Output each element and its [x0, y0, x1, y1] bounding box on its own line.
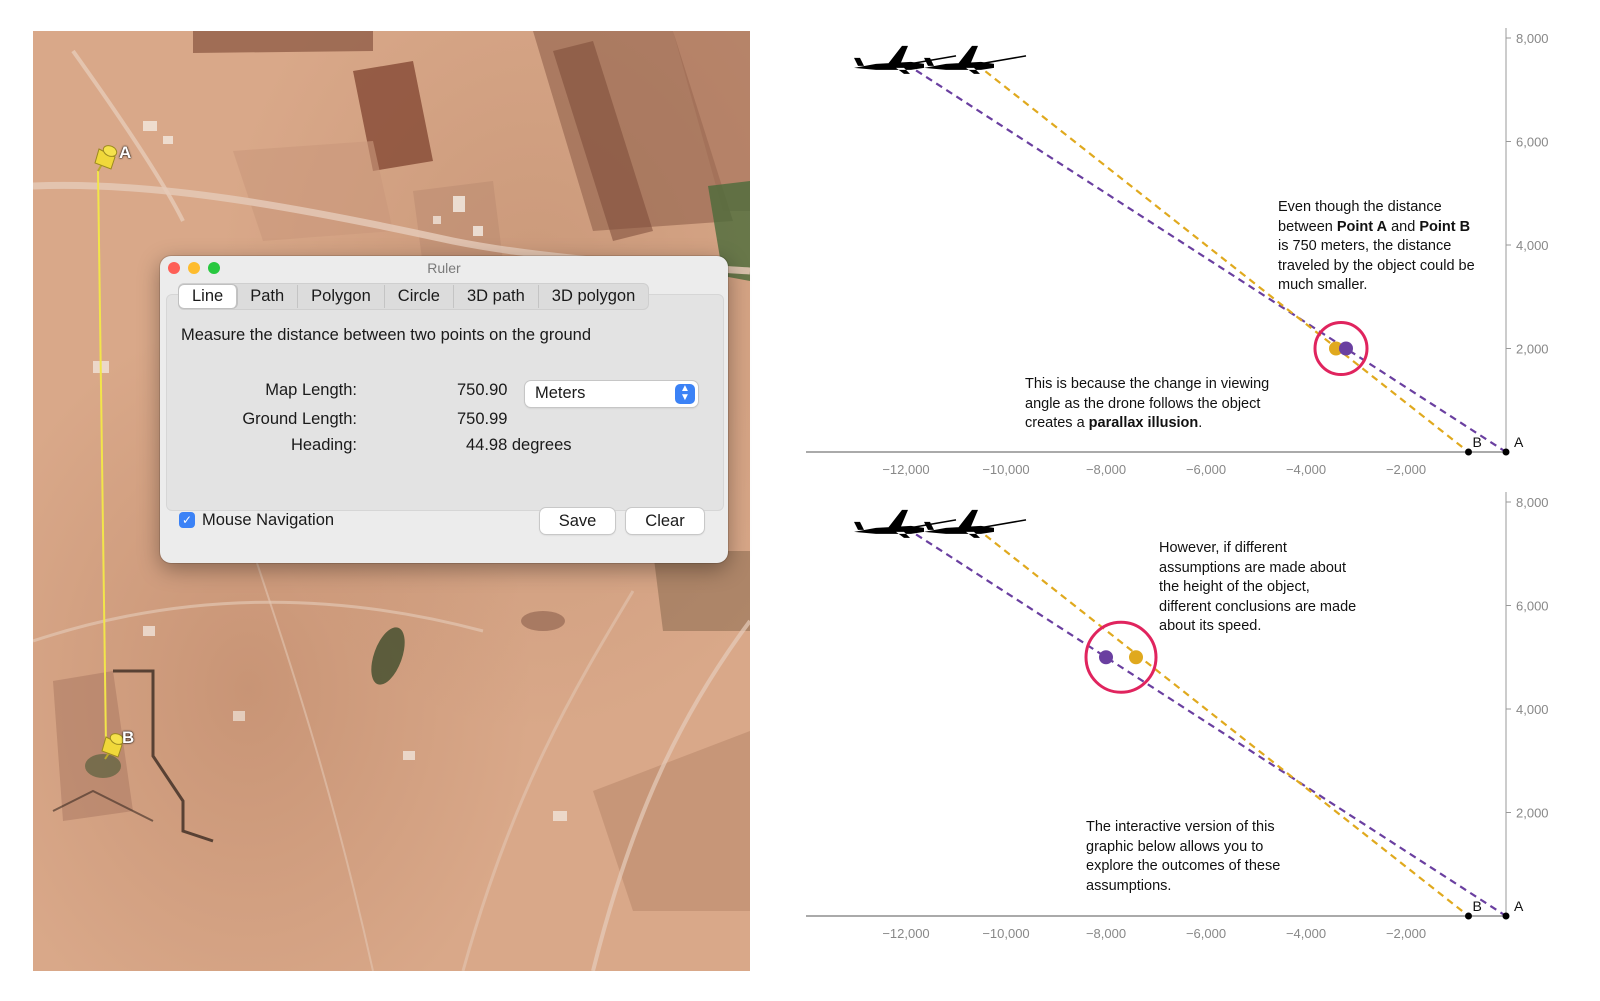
parallax-chart-1: −12,000 −10,000 −8,000 −6,000 −4,000 −2,000 8,…	[800, 20, 1600, 490]
tab-line[interactable]: Line	[179, 285, 238, 308]
gold-object-point	[1129, 650, 1143, 665]
map-length-label: Map Length:	[265, 381, 357, 399]
y-tick-label: 8,000	[1516, 31, 1549, 46]
tab-path[interactable]: Path	[237, 285, 299, 308]
purple-object-point	[1099, 650, 1113, 665]
highlight-circle	[1084, 620, 1158, 694]
x-tick-label: −4,000	[1286, 926, 1326, 941]
drone-icon	[924, 509, 1027, 538]
ground-point-label-a: A	[1514, 434, 1524, 450]
y-tick-label: 2,000	[1516, 342, 1549, 357]
x-tick-label: −2,000	[1386, 926, 1426, 941]
ruler-tabs: Line Path Polygon Circle 3D path 3D poly…	[178, 283, 650, 310]
drone-icon	[854, 509, 957, 538]
x-tick-label: −12,000	[882, 926, 929, 941]
x-tick-label: −8,000	[1086, 926, 1126, 941]
drone-icon	[924, 45, 1027, 74]
ground-point-a	[1502, 912, 1510, 920]
mouse-navigation-label: Mouse Navigation	[202, 511, 335, 529]
ground-point-a	[1502, 448, 1510, 456]
y-tick-label: 4,000	[1516, 702, 1549, 717]
chart-1-annotation-1: Even though the distance between Point A…	[1278, 199, 1475, 293]
x-tick-label: −2,000	[1386, 462, 1426, 477]
unit-select[interactable]: Meters ▲ ▼	[525, 381, 698, 407]
y-tick-label: 2,000	[1516, 806, 1549, 821]
tab-polygon[interactable]: Polygon	[298, 285, 385, 308]
pin-a-icon	[94, 145, 118, 172]
ground-point-label-b: B	[1473, 434, 1482, 450]
ground-point-b	[1465, 448, 1472, 456]
chart-2-annotation-2: The interactive version of this graphic …	[1086, 819, 1281, 894]
heading-value: 44.98 degrees	[466, 436, 572, 454]
heading-label: Heading:	[290, 436, 357, 454]
parallax-chart-2: −12,000 −10,000 −8,000 −6,000 −4,000 −2,000 8,…	[800, 484, 1600, 954]
x-tick-label: −6,000	[1186, 462, 1226, 477]
drone-icon	[854, 45, 957, 74]
window-title: Ruler	[427, 260, 461, 276]
ruler-description: Measure the distance between two points …	[181, 326, 592, 344]
pin-a-label: A	[119, 143, 132, 162]
clear-button[interactable]: Clear	[626, 508, 704, 534]
tab-3d-polygon[interactable]: 3D polygon	[539, 285, 648, 308]
ground-length-label: Ground Length:	[242, 410, 357, 428]
ground-length-value: 750.99	[457, 410, 508, 428]
ground-point-label-a: A	[1514, 898, 1524, 914]
save-button[interactable]: Save	[540, 508, 615, 534]
ruler-titlebar[interactable]: Ruler	[160, 256, 728, 280]
ruler-dialog: Ruler Measure the distance between two p…	[160, 256, 728, 563]
ground-point-label-b: B	[1473, 898, 1482, 914]
chart-1-annotation-2: This is because the change in viewing an…	[1025, 376, 1270, 431]
ruler-panel: Measure the distance between two points …	[166, 294, 724, 511]
y-tick-label: 6,000	[1516, 135, 1549, 150]
y-tick-label: 6,000	[1516, 599, 1549, 614]
tab-3d-path[interactable]: 3D path	[454, 285, 539, 308]
y-tick-label: 4,000	[1516, 238, 1549, 253]
y-tick-label: 8,000	[1516, 495, 1549, 510]
map-length-value: 750.90	[457, 381, 508, 399]
select-stepper-icon: ▲ ▼	[675, 384, 695, 404]
mouse-navigation-checkbox[interactable]: ✓	[179, 512, 195, 528]
x-tick-label: −6,000	[1186, 926, 1226, 941]
purple-object-point	[1339, 341, 1353, 356]
tab-circle[interactable]: Circle	[385, 285, 454, 308]
chart-2-annotation-1: However, if different assumptions are ma…	[1159, 540, 1357, 634]
unit-select-value: Meters	[535, 384, 586, 402]
ground-point-b	[1465, 912, 1472, 920]
x-tick-label: −8,000	[1086, 462, 1126, 477]
pin-b-label: B	[122, 728, 135, 747]
x-tick-label: −12,000	[882, 462, 929, 477]
x-tick-label: −10,000	[982, 926, 1029, 941]
x-tick-label: −10,000	[982, 462, 1029, 477]
x-tick-label: −4,000	[1286, 462, 1326, 477]
